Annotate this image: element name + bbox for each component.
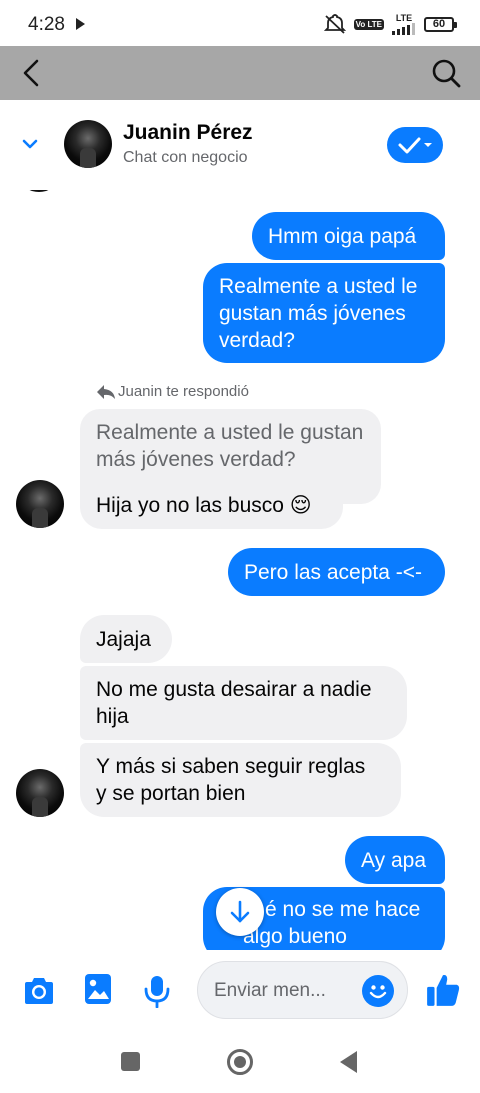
message-bubble-incoming[interactable]: No me gusta desairar a nadie hija bbox=[80, 666, 407, 740]
contact-avatar-small[interactable] bbox=[16, 769, 64, 817]
chevron-down-icon[interactable] bbox=[18, 134, 42, 154]
message-line: algo bueno bbox=[243, 925, 347, 948]
message-bubble-outgoing[interactable]: Realmente a usted le gustan más jóvenes … bbox=[203, 263, 445, 363]
composer: Enviar men... bbox=[0, 950, 480, 1030]
media-play-icon bbox=[76, 18, 85, 30]
message-line: gustan más jóvenes bbox=[219, 302, 406, 325]
reply-icon bbox=[97, 384, 115, 399]
emoji-button[interactable] bbox=[362, 975, 394, 1007]
recent-apps-button[interactable] bbox=[121, 1052, 140, 1071]
contact-name[interactable]: Juanin Pérez bbox=[123, 121, 253, 145]
battery-indicator: 60 bbox=[424, 16, 457, 32]
message-bubble-outgoing[interactable]: Hmm oiga papá bbox=[252, 212, 445, 260]
message-line: No me gusta desairar a nadie bbox=[96, 678, 372, 701]
top-bar bbox=[0, 46, 480, 100]
conversation-status-button[interactable] bbox=[387, 127, 443, 163]
signal-icon bbox=[392, 22, 415, 35]
signal-group: LTE bbox=[392, 12, 416, 35]
arrow-left-icon[interactable] bbox=[14, 56, 48, 90]
check-icon bbox=[398, 137, 432, 154]
message-bubble-outgoing[interactable]: Ay apa bbox=[345, 836, 445, 884]
quoted-line: Realmente a usted le gustan bbox=[96, 421, 364, 444]
message-bubble-outgoing[interactable]: Pero las acepta -<- bbox=[228, 548, 445, 596]
image-icon[interactable] bbox=[81, 972, 115, 1006]
message-text: Jajaja bbox=[96, 627, 151, 651]
message-line: é no se me hace bbox=[265, 898, 421, 921]
message-text: Hmm oiga papá bbox=[268, 224, 417, 248]
camera-icon[interactable] bbox=[22, 974, 56, 1008]
chat-header: Juanin Pérez Chat con negocio bbox=[0, 100, 480, 190]
message-input-placeholder: Enviar men... bbox=[214, 980, 326, 1001]
message-input[interactable]: Enviar men... bbox=[197, 961, 408, 1019]
network-type: LTE bbox=[395, 12, 413, 23]
arrow-down-icon bbox=[230, 900, 250, 923]
contact-avatar[interactable] bbox=[64, 120, 112, 168]
partial-avatar bbox=[22, 190, 56, 192]
status-time: 4:28 bbox=[28, 14, 65, 35]
thumbs-up-icon[interactable] bbox=[425, 972, 461, 1008]
message-line: Realmente a usted le bbox=[219, 275, 418, 298]
message-text: Pero las acepta -<- bbox=[244, 560, 423, 584]
scroll-to-bottom-button[interactable] bbox=[216, 888, 264, 936]
home-button[interactable] bbox=[227, 1049, 253, 1075]
smiley-icon bbox=[369, 985, 387, 999]
search-icon[interactable] bbox=[430, 57, 462, 89]
status-bar: 4:28 Vo LTE LTE 60 bbox=[0, 0, 480, 46]
back-button[interactable] bbox=[340, 1051, 357, 1073]
contact-avatar-small[interactable] bbox=[16, 480, 64, 528]
android-nav-bar bbox=[0, 1030, 480, 1093]
contact-subtitle: Chat con negocio bbox=[123, 149, 248, 166]
message-bubble-incoming[interactable]: Hija yo no las busco 😌 bbox=[80, 482, 343, 529]
message-line: verdad? bbox=[219, 329, 295, 352]
message-bubble-incoming[interactable]: Y más si saben seguir reglas y se portan… bbox=[80, 743, 401, 817]
message-text: Ay apa bbox=[361, 848, 426, 872]
message-line: hija bbox=[96, 705, 129, 728]
status-icons: Vo LTE LTE 60 bbox=[323, 12, 457, 35]
reply-note-text: Juanin te respondió bbox=[118, 383, 249, 400]
message-text: Hija yo no las busco 😌 bbox=[96, 494, 312, 517]
volte-indicator: Vo LTE bbox=[353, 18, 384, 30]
message-list[interactable]: Hmm oiga papá Realmente a usted le gusta… bbox=[0, 190, 480, 950]
microphone-icon[interactable] bbox=[140, 974, 174, 1008]
quoted-line: más jóvenes verdad? bbox=[96, 448, 296, 471]
message-bubble-incoming[interactable]: Jajaja bbox=[80, 615, 172, 663]
message-line: y se portan bien bbox=[96, 782, 246, 805]
mute-icon bbox=[323, 14, 346, 34]
reply-note: Juanin te respondió bbox=[96, 383, 249, 400]
message-line: Y más si saben seguir reglas bbox=[96, 755, 366, 778]
